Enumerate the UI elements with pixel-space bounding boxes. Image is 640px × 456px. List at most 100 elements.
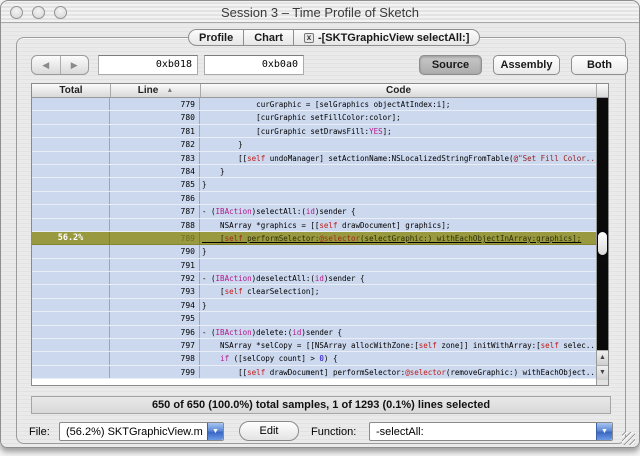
line-number-cell: 783 <box>110 151 200 164</box>
code-cell: - (IBAction)selectAll:(id)sender { <box>202 207 356 217</box>
total-percent-cell <box>32 339 110 352</box>
line-number-cell: 792 <box>110 272 200 285</box>
code-cell: } <box>202 247 207 257</box>
total-percent-cell <box>32 325 110 339</box>
function-popup-value: -selectAll: <box>376 426 424 438</box>
total-percent-cell <box>32 285 110 298</box>
file-popup[interactable]: (56.2%) SKTGraphicView.m ▼ <box>59 422 224 441</box>
table-row[interactable]: 791 <box>32 258 596 273</box>
screen: Session 3 – Time Profile of Sketch Profi… <box>0 0 640 456</box>
line-number-cell: 779 <box>110 98 200 111</box>
table-row[interactable]: 782 } <box>32 138 596 152</box>
table-row[interactable]: 797 NSArray *selCopy = [[NSArray allocWi… <box>32 339 596 353</box>
window-title: Session 3 – Time Profile of Sketch <box>221 5 419 20</box>
status-bar: 650 of 650 (100.0%) total samples, 1 of … <box>31 396 611 414</box>
line-number-cell: 799 <box>110 365 200 379</box>
code-cell: - (IBAction)deselectAll:(id)sender { <box>202 274 365 284</box>
column-header-line[interactable]: Line ▲ <box>110 84 200 97</box>
app-window: Session 3 – Time Profile of Sketch Profi… <box>0 0 640 448</box>
total-percent-cell <box>32 218 110 231</box>
table-row[interactable]: 783 [[self undoManager] setActionName:NS… <box>32 151 596 165</box>
line-number-cell: 797 <box>110 339 200 352</box>
code-cell <box>200 192 596 204</box>
code-cell: curGraphic = [selGraphics objectAtIndex:… <box>202 100 451 109</box>
sort-ascending-icon: ▲ <box>166 87 174 94</box>
tab-profile[interactable]: Profile <box>189 30 243 45</box>
popup-arrow-icon[interactable]: ▼ <box>596 423 612 440</box>
total-percent-cell <box>32 365 110 379</box>
code-cell: NSArray *selCopy = [[NSArray allocWithZo… <box>202 341 596 351</box>
vertical-scrollbar[interactable]: ▲ ▼ <box>596 98 608 385</box>
table-row[interactable]: 786 <box>32 191 596 206</box>
source-view-button[interactable]: Source <box>419 55 482 75</box>
table-row[interactable]: 790} <box>32 245 596 259</box>
tab-bar: Profile Chart x -[SKTGraphicView selectA… <box>188 29 481 46</box>
table-row-selected[interactable]: 56.2% 789 [self performSelector:@selector… <box>32 231 596 246</box>
line-number-cell: 786 <box>110 191 200 205</box>
table-header: Total Line ▲ Code <box>32 84 608 98</box>
function-label: Function: <box>311 426 357 438</box>
table-row[interactable]: 799 [[self drawDocument] performSelector… <box>32 365 596 380</box>
table-row[interactable]: 794} <box>32 298 596 313</box>
code-cell <box>200 312 596 324</box>
tab-label: Profile <box>199 31 234 44</box>
table-row[interactable]: 787- (IBAction)selectAll:(id)sender { <box>32 205 596 219</box>
line-number-cell: 789 <box>110 231 200 245</box>
column-header-code[interactable]: Code <box>200 84 596 97</box>
code-cell: } <box>202 166 225 176</box>
code-cell: [[self undoManager] setActionName:NSLoca… <box>202 153 596 163</box>
table-row[interactable]: 792- (IBAction)deselectAll:(id)sender { <box>32 272 596 286</box>
resize-grip[interactable] <box>622 432 635 445</box>
total-percent-cell <box>32 98 110 111</box>
assembly-view-button[interactable]: Assembly <box>493 55 560 75</box>
table-row[interactable]: 780 [curGraphic setFillColor:color]; <box>32 111 596 125</box>
code-cell: if ([selCopy count] > 0) { <box>220 354 338 364</box>
line-number-cell: 793 <box>110 285 200 298</box>
file-label: File: <box>29 426 50 438</box>
address-field-1[interactable]: 0xb018 <box>98 55 198 75</box>
scroll-up-button[interactable]: ▲ <box>597 350 608 365</box>
function-popup[interactable]: -selectAll: ▼ <box>369 422 613 441</box>
scrollbar-thumb[interactable] <box>598 232 607 255</box>
tab-close-icon[interactable]: x <box>303 32 314 43</box>
line-number-cell: 796 <box>110 325 200 339</box>
tab-browser-selected[interactable]: x -[SKTGraphicView selectAll:] <box>292 30 479 45</box>
line-number-cell: 798 <box>110 352 200 365</box>
address-field-2[interactable]: 0xb0a0 <box>204 55 304 75</box>
code-cell: } <box>202 300 207 310</box>
edit-button[interactable]: Edit <box>239 421 299 441</box>
table-row[interactable]: 795 <box>32 312 596 326</box>
code-cell: } <box>202 140 243 150</box>
line-number-cell: 787 <box>110 205 200 218</box>
column-header-total[interactable]: Total <box>32 84 110 97</box>
code-table-body-rows: 779 curGraphic = [selGraphics objectAtIn… <box>32 98 596 385</box>
table-row[interactable]: 796- (IBAction)delete:(id)sender { <box>32 325 596 340</box>
line-number-cell: 794 <box>110 298 200 312</box>
scroll-down-button[interactable]: ▼ <box>597 365 608 380</box>
table-row[interactable]: 788 NSArray *graphics = [[self drawDocum… <box>32 218 596 232</box>
total-percent-cell <box>32 352 110 365</box>
line-number-cell: 781 <box>110 124 200 138</box>
table-row[interactable]: 784 } <box>32 164 596 179</box>
table-row[interactable]: 798 if ([selCopy count] > 0) { <box>32 352 596 366</box>
table-row[interactable]: 793 [self clearSelection]; <box>32 285 596 299</box>
total-percent-cell <box>32 191 110 205</box>
table-row[interactable]: 785} <box>32 178 596 192</box>
column-header-stub <box>596 84 608 97</box>
table-row[interactable]: 781 [curGraphic setDrawsFill:YES]; <box>32 124 596 139</box>
code-cell: [self clearSelection]; <box>202 287 320 297</box>
both-view-button[interactable]: Both <box>571 55 628 75</box>
total-percent-cell <box>32 124 110 138</box>
line-number-cell: 795 <box>110 312 200 325</box>
popup-arrow-icon[interactable]: ▼ <box>207 423 223 440</box>
total-percent-cell <box>32 245 110 258</box>
table-row[interactable]: 779 curGraphic = [selGraphics objectAtIn… <box>32 98 596 112</box>
title-bar[interactable]: Session 3 – Time Profile of Sketch <box>1 1 639 23</box>
back-button[interactable]: ◀ <box>32 56 60 74</box>
total-percent-cell <box>32 298 110 312</box>
scrollbar-track[interactable] <box>597 98 608 350</box>
tab-chart[interactable]: Chart <box>243 30 293 45</box>
line-number-cell: 785 <box>110 178 200 191</box>
forward-arrow-icon: ▶ <box>70 59 78 70</box>
forward-button[interactable]: ▶ <box>59 56 89 74</box>
